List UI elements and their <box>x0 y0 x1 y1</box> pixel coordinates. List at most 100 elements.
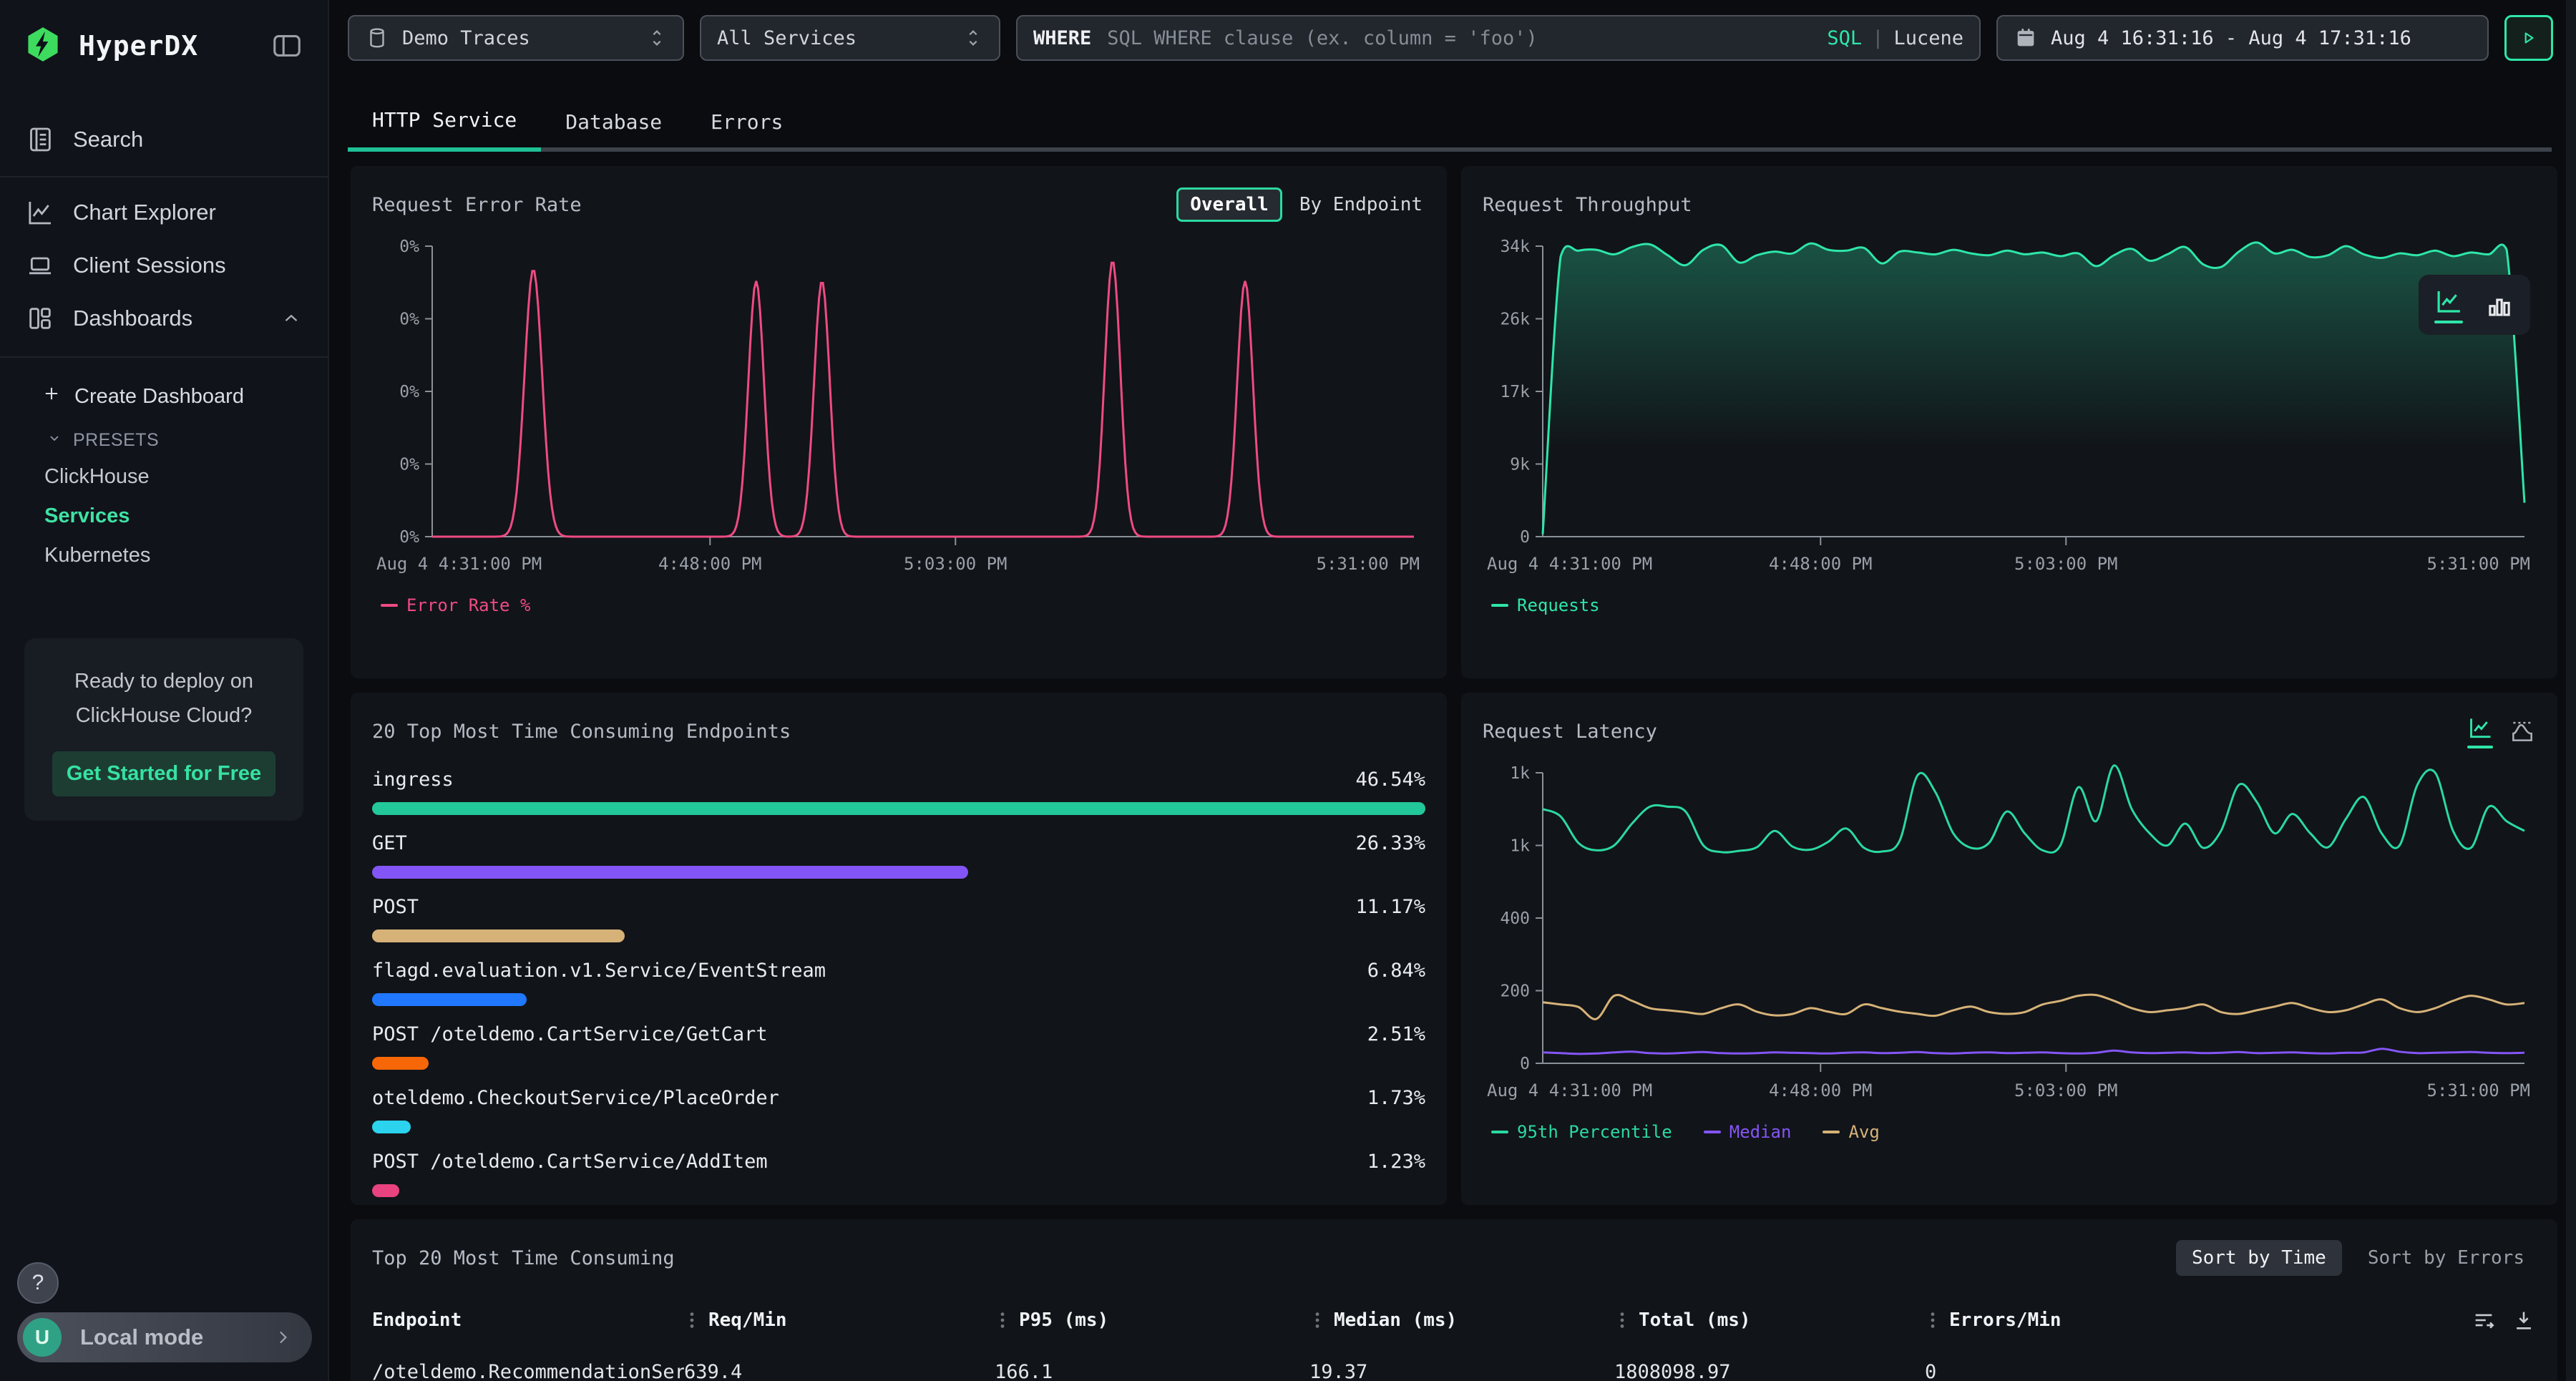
histogram-chart-type-button[interactable] <box>2509 718 2536 745</box>
sort-by-errors-button[interactable]: Sort by Errors <box>2356 1240 2536 1276</box>
avatar: U <box>23 1318 62 1357</box>
panel-title: Top 20 Most Time Consuming <box>372 1247 675 1269</box>
svg-text:200: 200 <box>1500 982 1530 1001</box>
column-header-label: Errors/Min <box>1949 1309 2062 1331</box>
scrollbar[interactable] <box>2566 0 2576 1381</box>
column-header[interactable]: Errors/Min <box>1925 1308 2536 1332</box>
app-title: HyperDX <box>79 30 198 62</box>
svg-text:5:31:00 PM: 5:31:00 PM <box>1317 554 1420 574</box>
sidebar-item-dashboards[interactable]: Dashboards <box>0 292 328 345</box>
endpoint-row[interactable]: GET26.33% <box>372 832 1425 879</box>
endpoint-value: 6.84% <box>1367 960 1425 982</box>
presets-toggle[interactable]: PRESETS <box>0 418 328 457</box>
svg-text:4:48:00 PM: 4:48:00 PM <box>658 554 762 574</box>
svg-text:Aug 4 4:31:00 PM: Aug 4 4:31:00 PM <box>1487 554 1652 574</box>
svg-text:5:03:00 PM: 5:03:00 PM <box>2014 1080 2118 1101</box>
sidebar-group-main: Chart Explorer Client Sessions Dashboard… <box>0 177 328 358</box>
endpoint-row[interactable]: ingress46.54% <box>372 768 1425 815</box>
sidebar-item-client-sessions[interactable]: Client Sessions <box>0 239 328 292</box>
request-throughput-panel: Request Throughput 34k26k17k9k0Aug 4 4:3… <box>1461 166 2557 678</box>
column-header[interactable]: P95 (ms) <box>995 1309 1309 1331</box>
endpoint-label: flagd.evaluation.v1.Service/EventStream <box>372 960 826 982</box>
sort-icon <box>995 1311 1010 1329</box>
column-header[interactable]: Median (ms) <box>1309 1309 1614 1331</box>
mode-divider: | <box>1872 27 1883 49</box>
endpoint-bar <box>372 929 625 942</box>
sql-mode-toggle[interactable]: SQL <box>1827 27 1862 49</box>
column-header[interactable]: Total (ms) <box>1614 1309 1925 1331</box>
source-select-value: Demo Traces <box>402 27 530 49</box>
endpoint-row[interactable]: flagd.evaluation.v1.Service/EventStream 6… <box>372 960 1425 1006</box>
table-cell: 1808098.97 <box>1614 1361 1925 1381</box>
request-error-rate-panel: Request Error Rate Overall By Endpoint 0… <box>351 166 1447 678</box>
preset-clickhouse[interactable]: ClickHouse <box>0 457 328 497</box>
svg-text:Aug 4 4:31:00 PM: Aug 4 4:31:00 PM <box>376 554 542 574</box>
line-chart-type-button[interactable] <box>2434 286 2464 323</box>
latency-chart[interactable]: 1k1k4002000Aug 4 4:31:00 PM4:48:00 PM5:0… <box>1483 757 2536 1115</box>
create-dashboard-button[interactable]: Create Dashboard <box>0 375 328 418</box>
column-header-label: Req/Min <box>708 1309 787 1331</box>
get-started-button[interactable]: Get Started for Free <box>52 751 275 796</box>
time-range-picker[interactable]: Aug 4 16:31:16 - Aug 4 17:31:16 <box>1996 15 2489 61</box>
error-rate-chart[interactable]: 0%0%0%0%0%Aug 4 4:31:00 PM4:48:00 PM5:03… <box>372 230 1425 588</box>
run-query-button[interactable] <box>2504 15 2553 61</box>
panel-title: Request Latency <box>1483 721 1657 743</box>
endpoint-label: POST /oteldemo.CartService/AddItem <box>372 1151 768 1173</box>
svg-text:0%: 0% <box>399 238 419 256</box>
tab-errors[interactable]: Errors <box>686 92 807 152</box>
legend-avg: Avg <box>1823 1122 1879 1142</box>
endpoint-label: GET <box>372 832 407 854</box>
svg-text:0%: 0% <box>399 311 419 329</box>
endpoint-row[interactable]: POST11.17% <box>372 896 1425 942</box>
bar-chart-type-button[interactable] <box>2484 290 2514 320</box>
sidebar-item-chart-explorer[interactable]: Chart Explorer <box>0 186 328 239</box>
help-button[interactable]: ? <box>17 1262 59 1304</box>
chart-type-toolbar <box>2419 275 2530 335</box>
endpoint-label: POST /oteldemo.CartService/GetCart <box>372 1023 768 1045</box>
endpoints-list: ingress46.54% GET26.33% POST11.17% flagd.ev… <box>372 768 1425 1197</box>
topbar: Demo Traces All Services WHERE SQL | Luc… <box>329 0 2576 76</box>
by-endpoint-toggle-button[interactable]: By Endpoint <box>1297 190 1425 220</box>
sort-by-time-button[interactable]: Sort by Time <box>2176 1240 2342 1276</box>
sort-icon <box>1614 1311 1630 1329</box>
user-menu[interactable]: U Local mode <box>17 1312 312 1362</box>
line-chart-type-button[interactable] <box>2467 714 2494 748</box>
top-endpoints-panel: 20 Top Most Time Consuming Endpoints ing… <box>351 693 1447 1205</box>
svg-text:400: 400 <box>1500 909 1530 928</box>
cloud-card-line2: ClickHouse Cloud? <box>37 698 291 733</box>
source-select[interactable]: Demo Traces <box>348 15 684 61</box>
tab-http-service[interactable]: HTTP Service <box>348 92 541 152</box>
preset-kubernetes[interactable]: Kubernetes <box>0 536 328 575</box>
sort-icon <box>1309 1311 1325 1329</box>
svg-text:0: 0 <box>1520 528 1530 547</box>
table-body: /oteldemo.RecommendationServ639.4166.119… <box>372 1361 2536 1381</box>
legend-dash-icon <box>1823 1131 1840 1133</box>
column-header[interactable]: Req/Min <box>684 1309 995 1331</box>
svg-text:0%: 0% <box>399 456 419 474</box>
table-row[interactable]: /oteldemo.RecommendationServ639.4166.119… <box>372 1361 2536 1381</box>
throughput-chart[interactable]: 34k26k17k9k0Aug 4 4:31:00 PM4:48:00 PM5:… <box>1483 230 2536 588</box>
search-input[interactable] <box>1106 26 1815 50</box>
preset-services[interactable]: Services <box>0 497 328 536</box>
endpoint-row[interactable]: oteldemo.CheckoutService/PlaceOrder1.73% <box>372 1087 1425 1133</box>
endpoint-row[interactable]: POST /oteldemo.CartService/AddItem1.23% <box>372 1151 1425 1197</box>
user-mode-label: Local mode <box>80 1324 203 1350</box>
service-select[interactable]: All Services <box>700 15 1000 61</box>
svg-text:34k: 34k <box>1500 238 1530 256</box>
overall-toggle-button[interactable]: Overall <box>1176 187 1282 222</box>
svg-text:17k: 17k <box>1500 383 1530 401</box>
tab-database[interactable]: Database <box>541 92 686 152</box>
download-icon[interactable] <box>2512 1308 2536 1332</box>
rows-options-icon[interactable] <box>2472 1308 2496 1332</box>
where-operator-label: WHERE <box>1033 27 1091 49</box>
endpoint-value: 11.17% <box>1355 896 1425 918</box>
collapse-sidebar-button[interactable] <box>270 29 303 62</box>
lucene-mode-toggle[interactable]: Lucene <box>1893 27 1963 49</box>
svg-text:4:48:00 PM: 4:48:00 PM <box>1769 554 1873 574</box>
search-bar[interactable]: WHERE SQL | Lucene <box>1016 15 1981 61</box>
hyperdx-app: HyperDX Search Chart Explorer <box>0 0 2576 1381</box>
endpoint-bar <box>372 1184 399 1197</box>
svg-text:5:31:00 PM: 5:31:00 PM <box>2427 1080 2531 1101</box>
endpoint-row[interactable]: POST /oteldemo.CartService/GetCart2.51% <box>372 1023 1425 1070</box>
sidebar-item-search[interactable]: Search <box>0 113 328 166</box>
